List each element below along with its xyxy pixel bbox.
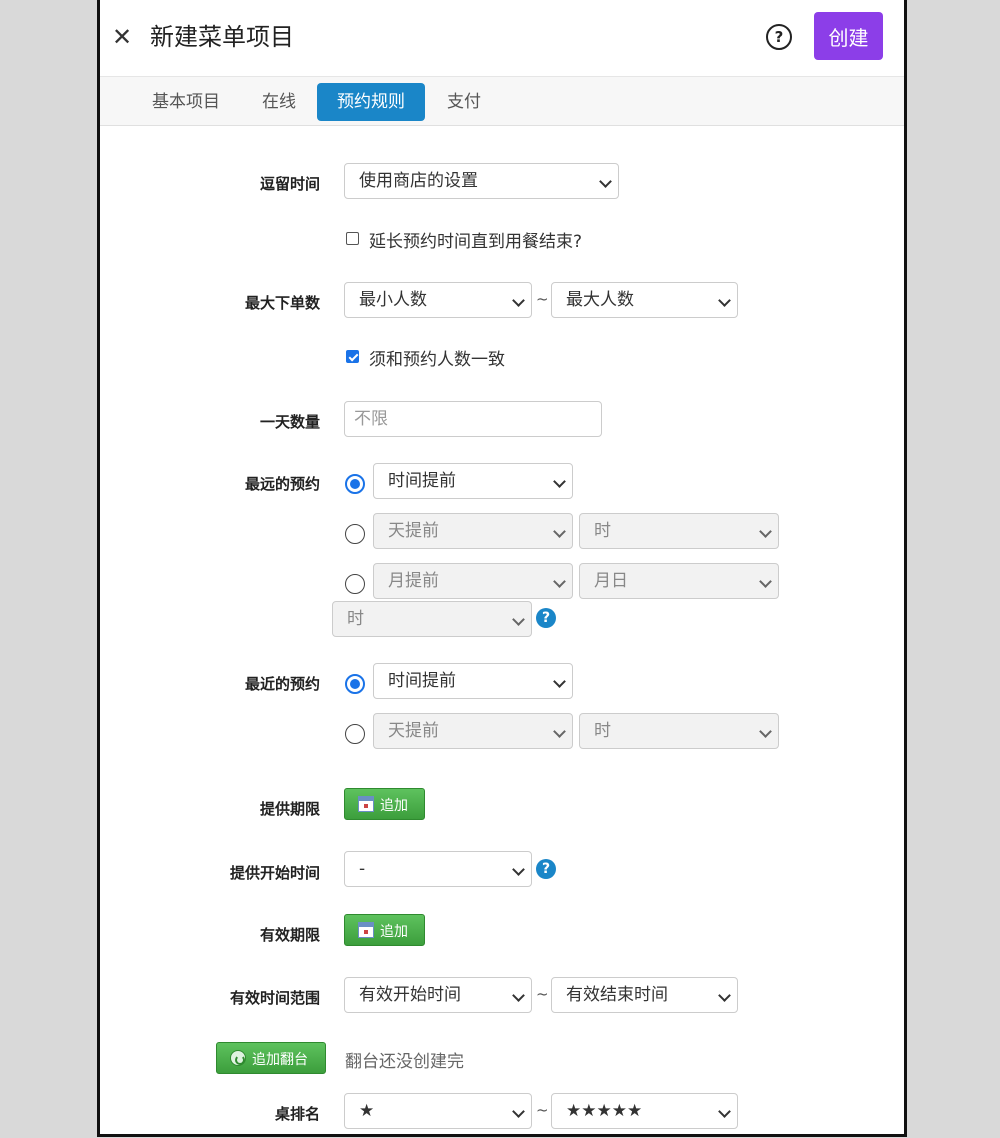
farthest-days-hour-select[interactable]: 时 xyxy=(579,513,779,549)
chevron-down-icon xyxy=(718,989,731,1002)
valid-start-value: 有效开始时间 xyxy=(359,985,461,1005)
farthest-days-select[interactable]: 天提前 xyxy=(373,513,573,549)
nearest-radio-1[interactable] xyxy=(345,674,365,694)
offer-period-add-button[interactable]: 追加 xyxy=(344,788,425,820)
farthest-days-hour-value: 时 xyxy=(594,521,611,541)
tab-reservation-rules[interactable]: 预约规则 xyxy=(317,83,425,121)
match-checkbox-label: 须和预约人数一致 xyxy=(369,350,505,370)
farthest-select-1-value: 时间提前 xyxy=(388,471,456,491)
chevron-down-icon xyxy=(512,989,525,1002)
farthest-radio-1[interactable] xyxy=(345,474,365,494)
nearest-days-hour-value: 时 xyxy=(594,721,611,741)
calendar-icon xyxy=(358,796,374,812)
offer-start-label: 提供开始时间 xyxy=(229,864,320,882)
page-title: 新建菜单项目 xyxy=(150,23,294,51)
nearest-label: 最近的预约 xyxy=(244,675,320,693)
table-rank-label: 桌排名 xyxy=(274,1105,320,1123)
farthest-radio-2[interactable] xyxy=(345,524,365,544)
farthest-radio-3[interactable] xyxy=(345,574,365,594)
chevron-down-icon xyxy=(512,294,525,307)
tab-payment[interactable]: 支付 xyxy=(434,83,494,121)
valid-end-select[interactable]: 有效结束时间 xyxy=(551,977,738,1013)
tab-bar: 基本项目 在线 预约规则 支付 xyxy=(100,77,904,126)
chevron-down-icon xyxy=(512,1105,525,1118)
chevron-down-icon xyxy=(599,175,612,188)
nearest-radio-2[interactable] xyxy=(345,724,365,744)
table-rank-max-select[interactable]: ★★★★★ xyxy=(551,1093,738,1129)
valid-period-add-button[interactable]: 追加 xyxy=(344,914,425,946)
nearest-days-select[interactable]: 天提前 xyxy=(373,713,573,749)
tab-basic[interactable]: 基本项目 xyxy=(138,83,234,121)
add-turnover-label: 追加翻台 xyxy=(252,1051,308,1067)
offer-start-value: - xyxy=(359,859,366,879)
max-people-value: 最大人数 xyxy=(566,290,634,310)
stay-time-select[interactable]: 使用商店的设置 xyxy=(344,163,619,199)
chevron-down-icon xyxy=(718,294,731,307)
extend-checkbox[interactable] xyxy=(346,232,359,245)
nearest-select-1-value: 时间提前 xyxy=(388,671,456,691)
chevron-down-icon xyxy=(759,525,772,538)
chevron-down-icon xyxy=(553,475,566,488)
farthest-month-hour-select[interactable]: 时 xyxy=(332,601,532,637)
extend-checkbox-label: 延长预约时间直到用餐结束? xyxy=(369,232,583,252)
dialog-header: ✕ 新建菜单项目 ? 创建 xyxy=(100,0,904,77)
calendar-icon xyxy=(358,922,374,938)
chevron-down-icon xyxy=(553,675,566,688)
offer-period-label: 提供期限 xyxy=(259,800,320,818)
range-separator: ~ xyxy=(536,290,549,308)
farthest-label: 最远的预约 xyxy=(244,475,320,493)
turnover-note: 翻台还没创建完 xyxy=(345,1052,464,1072)
table-rank-min-value: ★ xyxy=(359,1101,375,1121)
tab-online[interactable]: 在线 xyxy=(250,83,308,121)
refresh-icon xyxy=(230,1050,246,1066)
daily-quantity-placeholder: 不限 xyxy=(354,409,388,429)
question-icon[interactable]: ? xyxy=(536,859,556,879)
valid-range-label: 有效时间范围 xyxy=(229,989,320,1007)
create-button[interactable]: 创建 xyxy=(814,12,883,60)
max-orders-label: 最大下单数 xyxy=(244,294,320,312)
farthest-day-value: 月日 xyxy=(594,571,628,591)
chevron-down-icon xyxy=(553,725,566,738)
min-people-select[interactable]: 最小人数 xyxy=(344,282,532,318)
farthest-days-value: 天提前 xyxy=(388,521,439,541)
valid-start-select[interactable]: 有效开始时间 xyxy=(344,977,532,1013)
daily-quantity-input[interactable]: 不限 xyxy=(344,401,602,437)
chevron-down-icon xyxy=(512,613,525,626)
range-separator: ~ xyxy=(536,985,549,1003)
valid-end-value: 有效结束时间 xyxy=(566,985,668,1005)
dialog: ✕ 新建菜单项目 ? 创建 基本项目 在线 预约规则 支付 逗留时间 使用商店的… xyxy=(97,0,907,1137)
valid-period-add-label: 追加 xyxy=(380,923,408,939)
add-turnover-button[interactable]: 追加翻台 xyxy=(216,1042,326,1074)
chevron-down-icon xyxy=(759,575,772,588)
nearest-days-value: 天提前 xyxy=(388,721,439,741)
table-rank-max-value: ★★★★★ xyxy=(566,1101,643,1121)
stay-time-label: 逗留时间 xyxy=(259,175,320,193)
range-separator: ~ xyxy=(536,1101,549,1119)
stay-time-value: 使用商店的设置 xyxy=(359,171,478,191)
max-people-select[interactable]: 最大人数 xyxy=(551,282,738,318)
match-checkbox[interactable] xyxy=(346,350,359,363)
farthest-month-hour-value: 时 xyxy=(347,609,364,629)
help-icon[interactable]: ? xyxy=(766,24,792,50)
chevron-down-icon xyxy=(759,725,772,738)
question-icon[interactable]: ? xyxy=(536,608,556,628)
close-icon[interactable]: ✕ xyxy=(110,22,134,52)
chevron-down-icon xyxy=(718,1105,731,1118)
daily-quantity-label: 一天数量 xyxy=(259,413,320,431)
table-rank-min-select[interactable]: ★ xyxy=(344,1093,532,1129)
valid-period-label: 有效期限 xyxy=(259,926,320,944)
offer-period-add-label: 追加 xyxy=(380,797,408,813)
min-people-value: 最小人数 xyxy=(359,290,427,310)
farthest-select-1[interactable]: 时间提前 xyxy=(373,463,573,499)
chevron-down-icon xyxy=(553,575,566,588)
offer-start-select[interactable]: - xyxy=(344,851,532,887)
nearest-days-hour-select[interactable]: 时 xyxy=(579,713,779,749)
nearest-select-1[interactable]: 时间提前 xyxy=(373,663,573,699)
farthest-months-value: 月提前 xyxy=(388,571,439,591)
chevron-down-icon xyxy=(553,525,566,538)
farthest-day-select[interactable]: 月日 xyxy=(579,563,779,599)
chevron-down-icon xyxy=(512,863,525,876)
farthest-months-select[interactable]: 月提前 xyxy=(373,563,573,599)
